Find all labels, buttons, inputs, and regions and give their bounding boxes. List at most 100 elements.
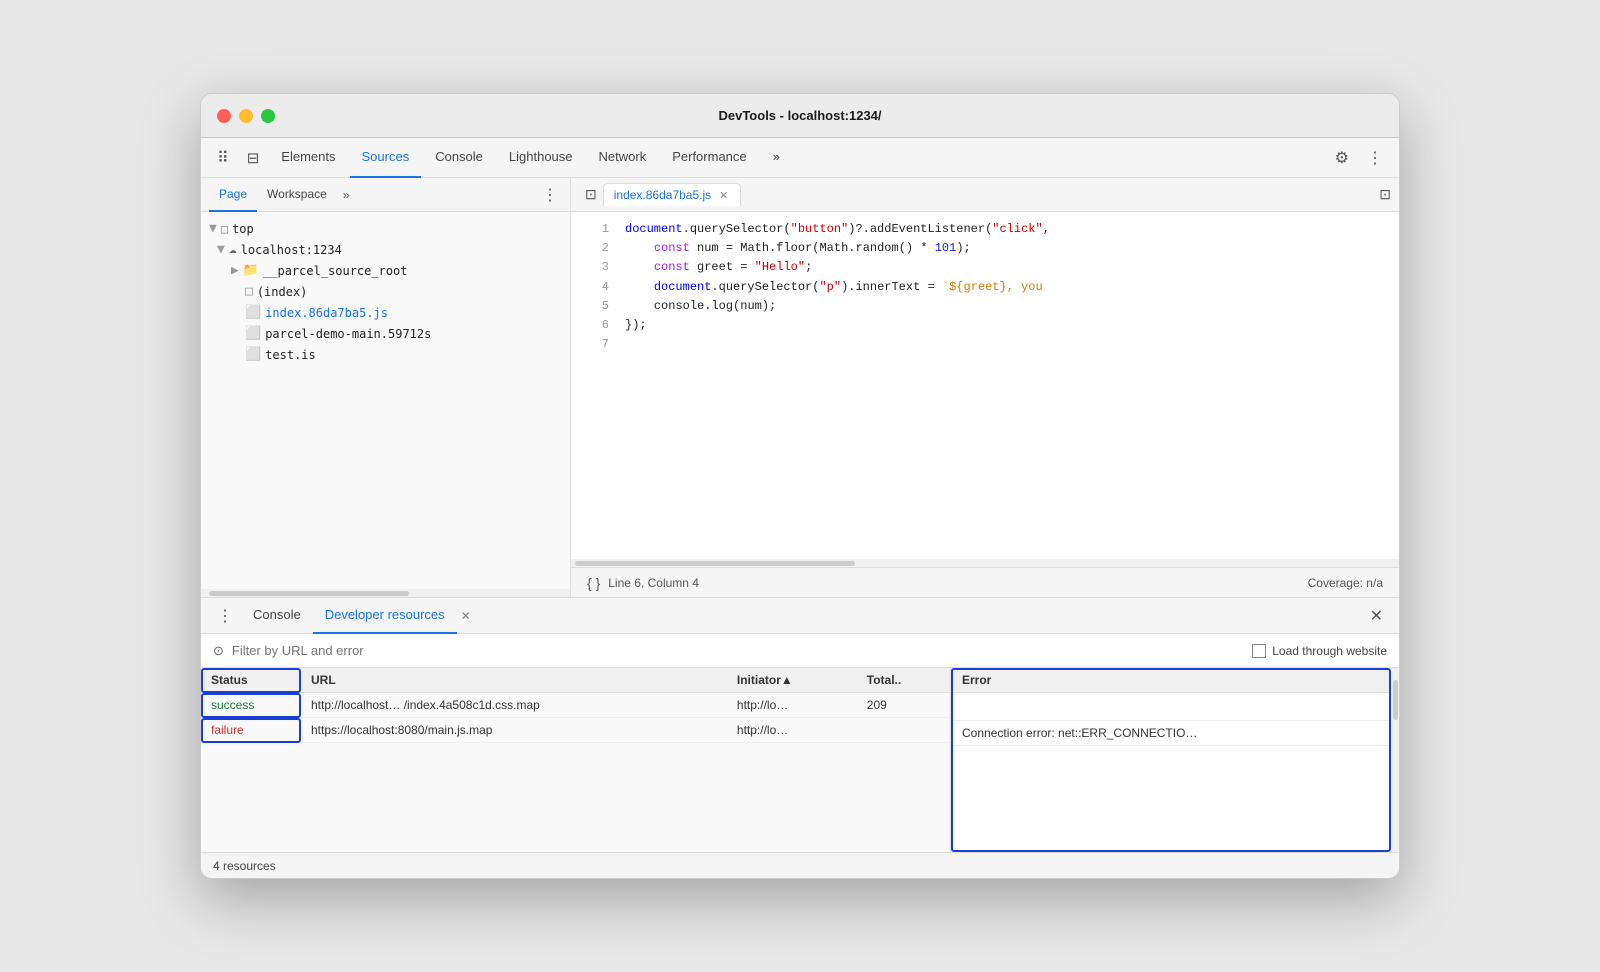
vertical-scrollbar[interactable]	[1391, 668, 1399, 852]
line-number-2: 2	[579, 239, 609, 258]
line-content-2: const num = Math.floor(Math.random() * 1…	[625, 239, 971, 258]
code-pane: ⊡ index.86da7ba5.js ✕ ⊡ 1 document.query…	[571, 178, 1399, 597]
filter-icon: ⊙	[213, 643, 224, 659]
total-cell-1: 209	[857, 693, 950, 718]
arrow-down-cloud-icon: ▼	[217, 242, 225, 257]
code-horizontal-scrollbar[interactable]	[571, 559, 1399, 567]
folder-orange-icon: 📁	[243, 263, 259, 278]
code-line-2: 2 const num = Math.floor(Math.random() *…	[571, 239, 1399, 258]
devtools-window: DevTools - localhost:1234/ ⠿ ⊟ Elements …	[200, 93, 1400, 879]
sidebar-tabs: Page Workspace » ⋮	[201, 178, 570, 212]
arrow-down-icon: ▼	[209, 221, 217, 236]
tree-item-parcel-root[interactable]: ▶ 📁 __parcel_source_root	[201, 260, 570, 281]
bottom-pane: ⋮ Console Developer resources ✕ ✕ ⊙ Load…	[201, 598, 1399, 878]
sidebar-dots-button[interactable]: ⋮	[538, 181, 562, 209]
table-area: Status URL Initiator▲ Total.. success ht…	[201, 668, 1399, 852]
col-error: Error	[952, 668, 1391, 693]
scrollbar-thumb[interactable]	[575, 561, 855, 566]
filter-bar: ⊙ Load through website	[201, 634, 1399, 668]
sidebar-more-button[interactable]: »	[337, 184, 356, 206]
col-initiator[interactable]: Initiator▲	[727, 668, 857, 693]
bottom-tabs: ⋮ Console Developer resources ✕ ✕	[201, 598, 1399, 634]
col-status: Status	[201, 668, 301, 693]
tab-workspace[interactable]: Workspace	[257, 178, 337, 212]
tab-dev-resources-close[interactable]: ✕	[457, 609, 475, 623]
status-cell-2: failure	[201, 718, 301, 743]
file-orange-icon-2: ⬜	[245, 326, 261, 341]
main-toolbar: ⠿ ⊟ Elements Sources Console Lighthouse …	[201, 138, 1399, 178]
sidebar-toggle-button[interactable]: ⊡	[579, 182, 603, 207]
inspect-element-button[interactable]: ⠿	[209, 144, 237, 172]
tab-elements[interactable]: Elements	[269, 138, 347, 178]
close-button[interactable]	[217, 109, 231, 123]
code-tab-indexjs[interactable]: index.86da7ba5.js ✕	[603, 183, 742, 206]
code-line-3: 3 const greet = "Hello";	[571, 258, 1399, 277]
device-toggle-button[interactable]: ⊟	[239, 145, 268, 171]
code-line-1: 1 document.querySelector("button")?.addE…	[571, 220, 1399, 239]
table-header: Status URL Initiator▲ Total..	[201, 668, 950, 693]
more-options-button[interactable]: ⋮	[1359, 144, 1391, 172]
error-data-table: Error Connection error: net::ERR_CONNECT…	[952, 668, 1391, 746]
scrollbar-thumb-vertical[interactable]	[1393, 680, 1398, 720]
initiator-cell-2: http://lo…	[727, 718, 857, 743]
load-website-label: Load through website	[1272, 644, 1387, 658]
code-editor[interactable]: 1 document.querySelector("button")?.addE…	[571, 212, 1399, 559]
tab-lighthouse[interactable]: Lighthouse	[497, 138, 585, 178]
tree-item-index[interactable]: □ (index)	[201, 281, 570, 302]
table-row[interactable]: success http://localhost… /index.4a508c1…	[201, 693, 950, 718]
tab-page[interactable]: Page	[209, 178, 257, 212]
line-content-5: console.log(num);	[625, 297, 776, 316]
tab-sources[interactable]: Sources	[350, 138, 422, 178]
settings-icon-button[interactable]: ⚙	[1327, 144, 1357, 172]
resources-table: Status URL Initiator▲ Total.. success ht…	[201, 668, 951, 852]
tree-item-localhost[interactable]: ▼ ☁ localhost:1234	[201, 239, 570, 260]
tree-item-parcel-demo[interactable]: ⬜ parcel-demo-main.59712s	[201, 323, 570, 344]
bottom-status-bar: 4 resources	[201, 852, 1399, 878]
resources-data-table: Status URL Initiator▲ Total.. success ht…	[201, 668, 950, 743]
close-bottom-pane-button[interactable]: ✕	[1362, 602, 1391, 630]
minimize-button[interactable]	[239, 109, 253, 123]
tree-item-top[interactable]: ▼ □ top	[201, 218, 570, 239]
code-tab-label: index.86da7ba5.js	[614, 188, 711, 202]
line-content-6: });	[625, 316, 647, 335]
code-tab-close-button[interactable]: ✕	[717, 189, 730, 202]
sidebar: Page Workspace » ⋮ ▼ □ top ▼ ☁	[201, 178, 571, 597]
table-row[interactable]: failure https://localhost:8080/main.js.m…	[201, 718, 950, 743]
col-total[interactable]: Total..	[857, 668, 950, 693]
code-line-5: 5 console.log(num);	[571, 297, 1399, 316]
load-website-checkbox[interactable]	[1252, 644, 1266, 658]
file-blank-icon: □	[245, 284, 253, 299]
tab-performance[interactable]: Performance	[660, 138, 758, 178]
error-table-header: Error	[952, 668, 1391, 693]
line-content-1: document.querySelector("button")?.addEve…	[625, 220, 1050, 239]
file-tree: ▼ □ top ▼ ☁ localhost:1234 ▶ 📁 __parc	[201, 212, 570, 597]
url-cell-2: https://localhost:8080/main.js.map	[301, 718, 727, 743]
status-cell-1: success	[201, 693, 301, 718]
coverage-info: Coverage: n/a	[1308, 576, 1383, 590]
line-column-info: Line 6, Column 4	[608, 576, 699, 590]
tab-console[interactable]: Console	[423, 138, 495, 178]
line-number-7: 7	[579, 335, 609, 354]
initiator-cell-1: http://lo…	[727, 693, 857, 718]
window-controls	[217, 109, 275, 123]
folder-icon-top: □	[221, 222, 228, 236]
url-cell-1: http://localhost… /index.4a508c1d.css.ma…	[301, 693, 727, 718]
tree-item-index-js[interactable]: ⬜ index.86da7ba5.js	[201, 302, 570, 323]
tab-developer-resources[interactable]: Developer resources	[313, 598, 457, 634]
col-url[interactable]: URL	[301, 668, 727, 693]
error-row-2: Connection error: net::ERR_CONNECTIO…	[952, 721, 1391, 746]
filter-input[interactable]	[232, 643, 1244, 658]
tab-network[interactable]: Network	[587, 138, 659, 178]
line-content-7	[625, 335, 632, 354]
tree-item-test[interactable]: ⬜ test.is	[201, 344, 570, 365]
tab-more[interactable]: »	[761, 138, 792, 178]
collapse-panel-button[interactable]: ⊡	[1379, 186, 1391, 203]
code-status-bar: { } Line 6, Column 4 Coverage: n/a	[571, 567, 1399, 597]
format-button[interactable]: { }	[587, 575, 600, 591]
file-orange-icon-3: ⬜	[245, 347, 261, 362]
bottom-more-button[interactable]: ⋮	[209, 602, 241, 630]
maximize-button[interactable]	[261, 109, 275, 123]
tab-console-bottom[interactable]: Console	[241, 598, 313, 634]
table-body: success http://localhost… /index.4a508c1…	[201, 693, 950, 743]
line-number-1: 1	[579, 220, 609, 239]
